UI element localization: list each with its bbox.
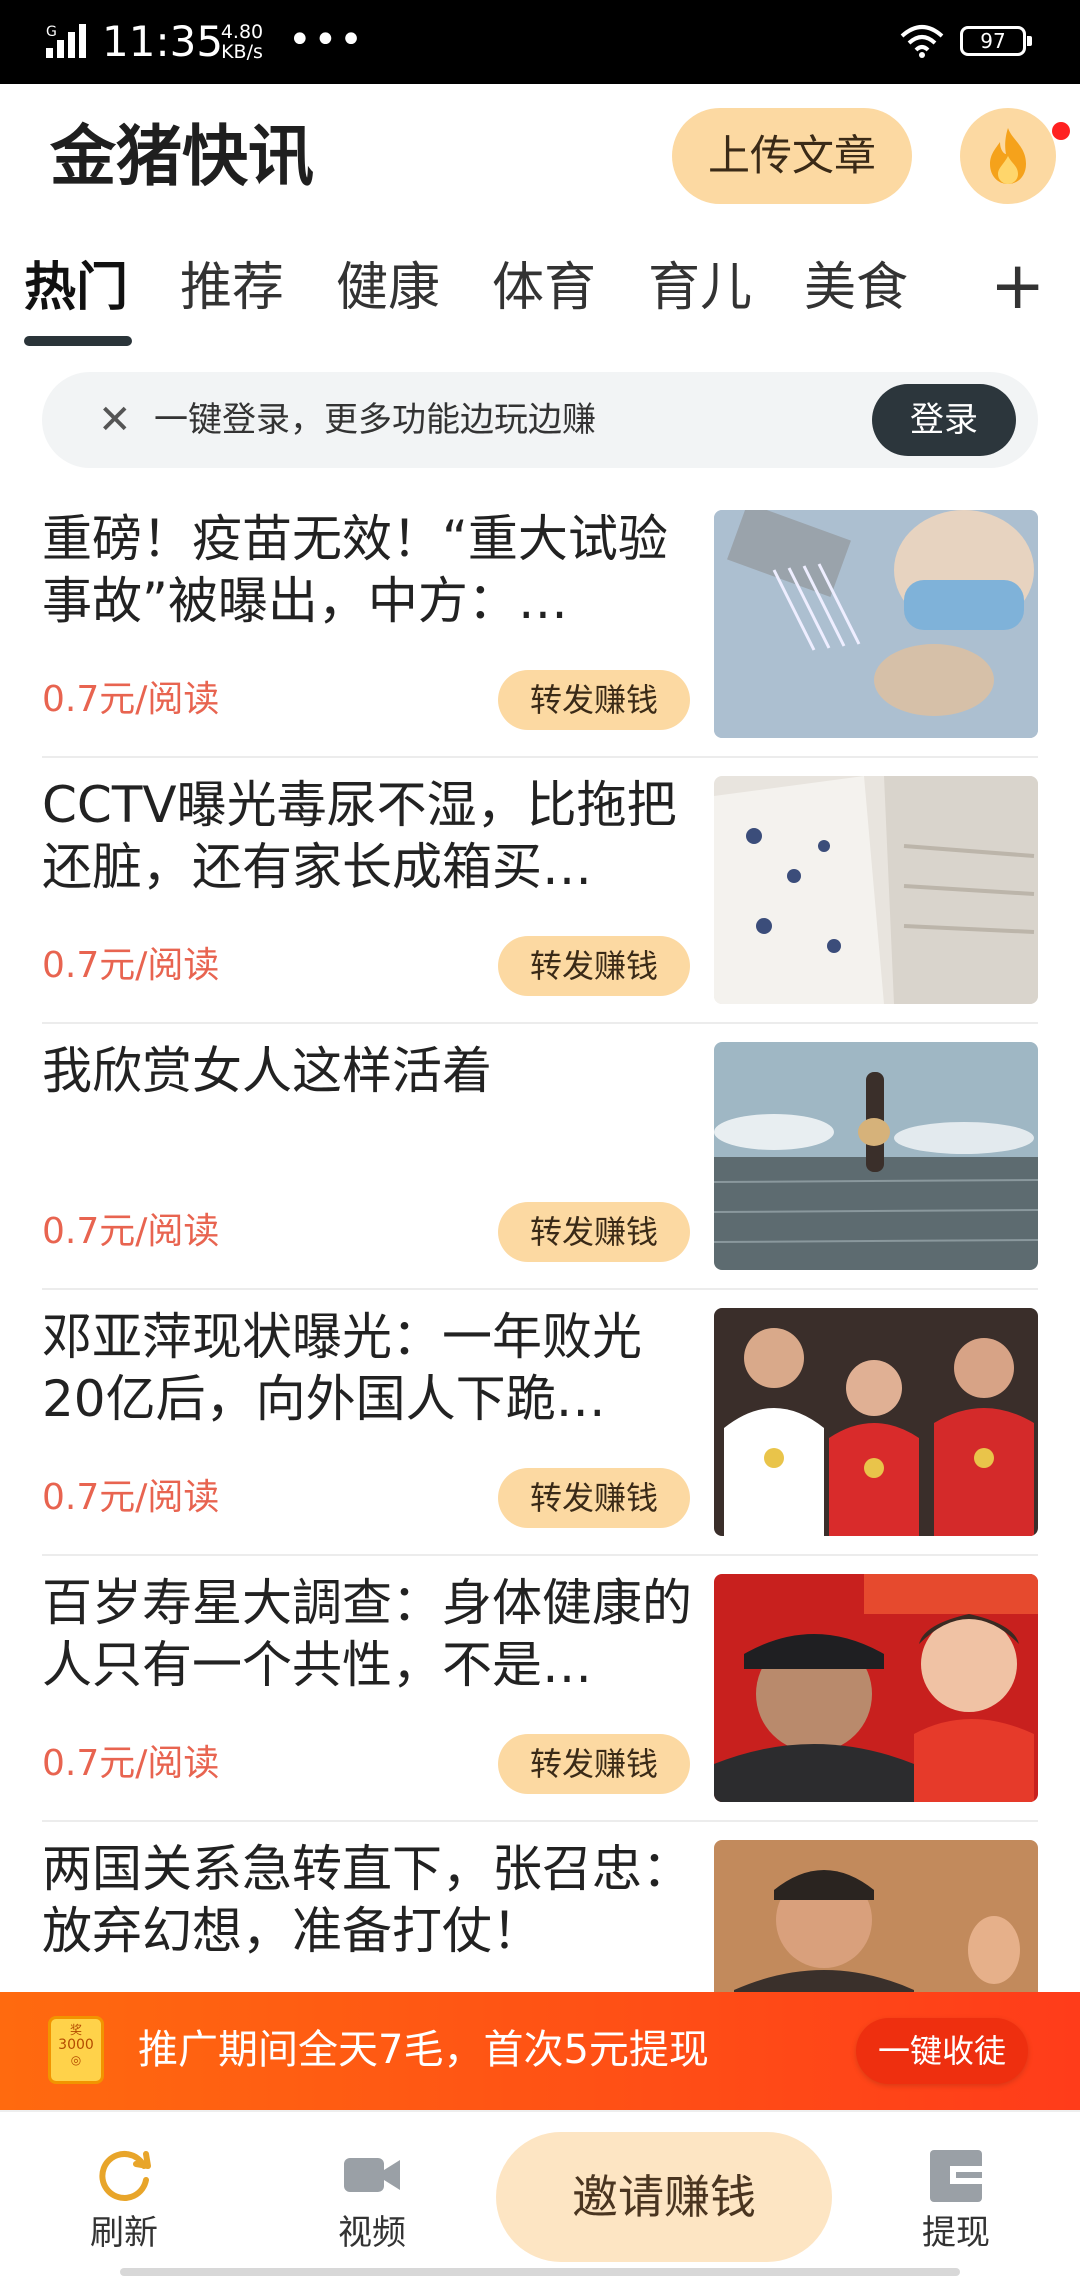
tab-parenting[interactable]: 育儿	[648, 252, 752, 324]
notification-dot	[1052, 122, 1070, 140]
share-earn-button[interactable]: 转发赚钱	[498, 1468, 690, 1528]
news-price: 0.7元/阅读	[42, 945, 220, 986]
invite-earn-button[interactable]: 邀请赚钱	[496, 2132, 832, 2262]
network-speed: 4.80 KB/s	[220, 21, 264, 63]
video-camera-icon	[344, 2158, 400, 2192]
recruit-button[interactable]: 一键收徒	[856, 2018, 1028, 2084]
tab-recommend[interactable]: 推荐	[180, 252, 284, 324]
news-title[interactable]: 重磅！疫苗无效！“重大试验事故”被曝出，中方：…	[42, 508, 692, 632]
login-banner: ✕ 一键登录，更多功能边玩边赚 登录	[42, 372, 1038, 468]
app-title: 金猪快讯	[50, 118, 314, 195]
news-item[interactable]: 百岁寿星大調查：身体健康的人只有一个共性，不是… 0.7元/阅读 转发赚钱	[42, 1572, 1038, 1812]
promo-text: 推广期间全天7毛，首次5元提现	[138, 2027, 709, 2073]
signal-icon: G	[46, 24, 86, 58]
coin-reward-icon: 奖 3000 ◎	[48, 2016, 104, 2084]
svg-text:G: G	[46, 24, 57, 40]
news-price: 0.7元/阅读	[42, 679, 220, 720]
wifi-icon	[900, 25, 944, 58]
divider	[42, 1820, 1038, 1822]
news-title[interactable]: 两国关系急转直下，张召忠：放弃幻想，准备打仗！	[42, 1838, 692, 1962]
news-item[interactable]: 重磅！疫苗无效！“重大试验事故”被曝出，中方：… 0.7元/阅读 转发赚钱	[42, 508, 1038, 748]
news-thumbnail[interactable]	[714, 510, 1038, 738]
news-price: 0.7元/阅读	[42, 1743, 220, 1784]
nav-refresh-label: 刷新	[90, 2213, 158, 2253]
divider	[42, 1554, 1038, 1556]
clock: 11:35	[102, 17, 224, 66]
news-title[interactable]: 邓亚萍现状曝光：一年败光20亿后，向外国人下跪…	[42, 1306, 692, 1430]
fire-icon	[990, 128, 1026, 184]
news-thumbnail[interactable]	[714, 1308, 1038, 1536]
tab-food[interactable]: 美食	[804, 252, 908, 324]
nav-refresh[interactable]: 刷新	[44, 2112, 204, 2282]
news-title[interactable]: CCTV曝光毒尿不湿，比拖把还脏，还有家长成箱买…	[42, 774, 692, 898]
close-icon[interactable]: ✕	[98, 392, 132, 448]
share-earn-button[interactable]: 转发赚钱	[498, 1202, 690, 1262]
share-earn-button[interactable]: 转发赚钱	[498, 670, 690, 730]
tab-health[interactable]: 健康	[336, 252, 440, 324]
login-prompt-text: 一键登录，更多功能边玩边赚	[154, 400, 596, 440]
news-price: 0.7元/阅读	[42, 1211, 220, 1252]
news-title[interactable]: 百岁寿星大調查：身体健康的人只有一个共性，不是…	[42, 1572, 692, 1696]
divider	[42, 1022, 1038, 1024]
login-button[interactable]: 登录	[872, 384, 1016, 456]
news-thumbnail[interactable]	[714, 776, 1038, 1004]
promo-banner[interactable]: 奖 3000 ◎ 推广期间全天7毛，首次5元提现 一键收徒	[0, 1992, 1080, 2110]
upload-article-button[interactable]: 上传文章	[672, 108, 912, 204]
nav-video[interactable]: 视频	[292, 2112, 452, 2282]
divider	[42, 756, 1038, 758]
battery-icon: 97	[960, 26, 1032, 56]
gesture-bar	[120, 2268, 960, 2276]
nav-withdraw[interactable]: 提现	[876, 2112, 1036, 2282]
tab-sports[interactable]: 体育	[492, 252, 596, 324]
nav-withdraw-label: 提现	[922, 2213, 990, 2253]
news-price: 0.7元/阅读	[42, 1477, 220, 1518]
bottom-navigation: 刷新 视频 邀请赚钱 提现	[0, 2110, 1080, 2282]
news-item[interactable]: 我欣赏女人这样活着 0.7元/阅读 转发赚钱	[42, 1040, 1038, 1280]
active-tab-indicator	[24, 336, 132, 346]
news-item[interactable]: 邓亚萍现状曝光：一年败光20亿后，向外国人下跪… 0.7元/阅读 转发赚钱	[42, 1306, 1038, 1546]
hot-fire-button[interactable]	[960, 108, 1056, 204]
divider	[42, 1288, 1038, 1290]
share-earn-button[interactable]: 转发赚钱	[498, 936, 690, 996]
news-title[interactable]: 我欣赏女人这样活着	[42, 1040, 692, 1102]
news-thumbnail[interactable]	[714, 1574, 1038, 1802]
refresh-icon	[99, 2150, 151, 2201]
tab-hot[interactable]: 热门	[24, 252, 128, 324]
add-tab-button[interactable]: +	[990, 250, 1045, 322]
share-earn-button[interactable]: 转发赚钱	[498, 1734, 690, 1794]
news-item[interactable]: CCTV曝光毒尿不湿，比拖把还脏，还有家长成箱买… 0.7元/阅读 转发赚钱	[42, 774, 1038, 1014]
status-bar: G 11:35 4.80 KB/s ••• 97	[0, 0, 1080, 84]
more-notifications-icon: •••	[288, 17, 365, 63]
wallet-icon	[930, 2150, 982, 2202]
nav-video-label: 视频	[338, 2213, 406, 2253]
news-thumbnail[interactable]	[714, 1042, 1038, 1270]
